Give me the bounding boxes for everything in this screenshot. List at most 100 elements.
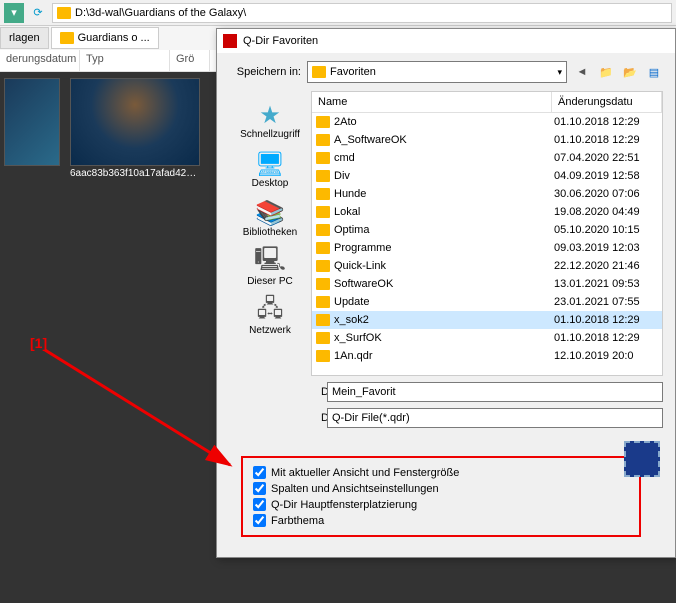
file-name: Hunde bbox=[334, 188, 366, 200]
file-name: Programme bbox=[334, 242, 391, 254]
folder-icon bbox=[316, 350, 330, 362]
qdir-logo bbox=[624, 441, 660, 477]
file-name: x_sok2 bbox=[334, 314, 369, 326]
toolbar: ▾ ⟳ D:\3d-wal\Guardians of the Galaxy\ bbox=[0, 0, 676, 26]
tab-guardians[interactable]: Guardians o ... bbox=[51, 27, 159, 49]
file-list[interactable]: Name Änderungsdatu 2Ato01.10.2018 12:29A… bbox=[311, 91, 663, 376]
sidebar-quick-access[interactable]: ★ Schnellzugriff bbox=[232, 97, 308, 144]
file-name: Optima bbox=[334, 224, 369, 236]
file-date: 12.10.2019 20:0 bbox=[554, 350, 660, 362]
dropdown-button[interactable]: ▾ bbox=[4, 3, 24, 23]
file-date: 09.03.2019 12:03 bbox=[554, 242, 660, 254]
col-type[interactable]: Typ bbox=[80, 50, 170, 71]
col-size[interactable]: Grö bbox=[170, 50, 210, 71]
opt-color-theme[interactable]: Farbthema bbox=[253, 514, 629, 527]
folder-icon bbox=[316, 314, 330, 326]
col-name[interactable]: Name bbox=[312, 92, 552, 112]
file-name: A_SoftwareOK bbox=[334, 134, 407, 146]
path-text: D:\3d-wal\Guardians of the Galaxy\ bbox=[75, 7, 246, 19]
folder-icon bbox=[316, 296, 330, 308]
checkbox[interactable] bbox=[253, 466, 266, 479]
back-icon[interactable]: ◄ bbox=[573, 63, 591, 81]
file-date: 19.08.2020 04:49 bbox=[554, 206, 660, 218]
options-box: Mit aktueller Ansicht und Fenstergröße S… bbox=[241, 456, 641, 537]
view-icon[interactable]: ▤ bbox=[645, 63, 663, 81]
file-name: Lokal bbox=[334, 206, 360, 218]
star-icon: ★ bbox=[254, 101, 286, 129]
list-item[interactable]: Div 04.09.2019 12:58 bbox=[312, 167, 662, 185]
thumb-label: 6aac83b363f10a17afad4298. bbox=[70, 168, 200, 179]
list-item[interactable]: Update 23.01.2021 07:55 bbox=[312, 293, 662, 311]
dialog-titlebar[interactable]: Q-Dir Favoriten bbox=[217, 29, 675, 53]
sidebar-libraries[interactable]: 📚 Bibliotheken bbox=[232, 195, 308, 242]
sidebar-desktop[interactable]: 🖥 Desktop bbox=[232, 146, 308, 193]
file-date: 30.06.2020 07:06 bbox=[554, 188, 660, 200]
folder-icon bbox=[316, 116, 330, 128]
list-item[interactable]: Hunde 30.06.2020 07:06 bbox=[312, 185, 662, 203]
file-date: 04.09.2019 12:58 bbox=[554, 170, 660, 182]
file-date: 01.10.2018 12:29 bbox=[554, 134, 660, 146]
refresh-button[interactable]: ⟳ bbox=[28, 3, 48, 23]
file-date: 05.10.2020 10:15 bbox=[554, 224, 660, 236]
address-bar[interactable]: D:\3d-wal\Guardians of the Galaxy\ bbox=[52, 3, 672, 23]
pc-icon: 🖳 bbox=[254, 248, 286, 276]
checkbox[interactable] bbox=[253, 482, 266, 495]
folder-icon bbox=[312, 66, 326, 78]
list-item[interactable]: Lokal 19.08.2020 04:49 bbox=[312, 203, 662, 221]
list-item[interactable]: 1An.qdr12.10.2019 20:0 bbox=[312, 347, 662, 365]
file-date: 01.10.2018 12:29 bbox=[554, 116, 660, 128]
file-name: Update bbox=[334, 296, 369, 308]
save-in-combo[interactable]: Favoriten ▾ bbox=[307, 61, 567, 83]
list-item[interactable]: SoftwareOK13.01.2021 09:53 bbox=[312, 275, 662, 293]
list-item[interactable]: 2Ato 01.10.2018 12:29 bbox=[312, 113, 662, 131]
folder-icon bbox=[316, 188, 330, 200]
image-thumb bbox=[70, 78, 200, 166]
dialog-title: Q-Dir Favoriten bbox=[243, 35, 318, 47]
filename-label: Dateiname: bbox=[229, 386, 321, 398]
file-date: 01.10.2018 12:29 bbox=[554, 332, 660, 344]
file-name: x_SurfOK bbox=[334, 332, 382, 344]
folder-icon bbox=[316, 224, 330, 236]
file-name: cmd bbox=[334, 152, 355, 164]
opt-view-size[interactable]: Mit aktueller Ansicht und Fenstergröße bbox=[253, 466, 629, 479]
file-date: 23.01.2021 07:55 bbox=[554, 296, 660, 308]
network-icon: 🖧 bbox=[254, 297, 286, 325]
folder-icon bbox=[316, 152, 330, 164]
folder-icon bbox=[316, 332, 330, 344]
filename-input[interactable]: Mein_Favorit bbox=[327, 382, 663, 402]
checkbox[interactable] bbox=[253, 498, 266, 511]
tab-rlagen[interactable]: rlagen bbox=[0, 27, 49, 49]
library-icon: 📚 bbox=[254, 199, 286, 227]
folder-icon bbox=[316, 134, 330, 146]
opt-columns[interactable]: Spalten und Ansichtseinstellungen bbox=[253, 482, 629, 495]
list-item[interactable]: Optima 05.10.2020 10:15 bbox=[312, 221, 662, 239]
filetype-row: Dateityp: Q-Dir File(*.qdr) bbox=[229, 408, 663, 428]
list-item[interactable]: x_SurfOK 01.10.2018 12:29 bbox=[312, 329, 662, 347]
list-item[interactable]: cmd07.04.2020 22:51 bbox=[312, 149, 662, 167]
filetype-combo[interactable]: Q-Dir File(*.qdr) bbox=[327, 408, 663, 428]
list-item[interactable]: x_sok201.10.2018 12:29 bbox=[312, 311, 662, 329]
places-sidebar: ★ Schnellzugriff 🖥 Desktop 📚 Bibliotheke… bbox=[229, 91, 311, 376]
chevron-down-icon: ▾ bbox=[557, 67, 562, 78]
folder-icon bbox=[316, 170, 330, 182]
sidebar-this-pc[interactable]: 🖳 Dieser PC bbox=[232, 244, 308, 291]
file-name: 2Ato bbox=[334, 116, 357, 128]
col-date[interactable]: Änderungsdatu bbox=[552, 92, 662, 112]
up-icon[interactable]: 📁 bbox=[597, 63, 615, 81]
col-date[interactable]: derungsdatum bbox=[0, 50, 80, 71]
file-name: Quick-Link bbox=[334, 260, 386, 272]
app-icon bbox=[223, 34, 237, 48]
sidebar-network[interactable]: 🖧 Netzwerk bbox=[232, 293, 308, 340]
checkbox[interactable] bbox=[253, 514, 266, 527]
list-item[interactable]: Programme 09.03.2019 12:03 bbox=[312, 239, 662, 257]
save-dialog: Q-Dir Favoriten Speichern in: Favoriten … bbox=[216, 28, 676, 558]
thumbnail[interactable] bbox=[4, 78, 60, 166]
list-item[interactable]: A_SoftwareOK 01.10.2018 12:29 bbox=[312, 131, 662, 149]
image-thumb bbox=[4, 78, 60, 166]
list-item[interactable]: Quick-Link22.12.2020 21:46 bbox=[312, 257, 662, 275]
thumbnail[interactable]: 6aac83b363f10a17afad4298. bbox=[70, 78, 200, 179]
folder-icon bbox=[57, 7, 71, 19]
file-name: Div bbox=[334, 170, 350, 182]
opt-window-placement[interactable]: Q-Dir Hauptfensterplatzierung bbox=[253, 498, 629, 511]
new-folder-icon[interactable]: 📂 bbox=[621, 63, 639, 81]
